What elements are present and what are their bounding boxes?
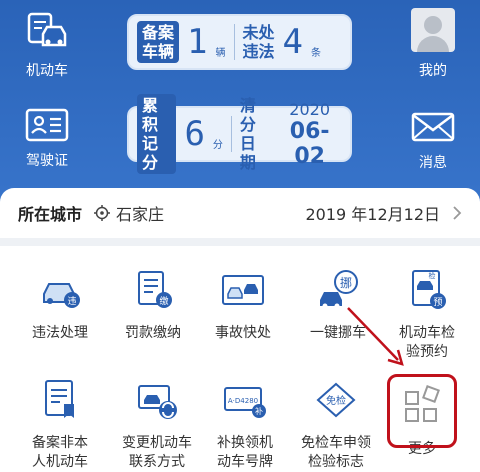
avatar (411, 8, 455, 52)
service-change-contact[interactable]: 变更机动车 联系方式 (105, 378, 209, 472)
city-bar[interactable]: 所在城市 石家庄 2019 年12月12日 (0, 188, 480, 238)
service-label: 备案非本 人机动车 (32, 435, 88, 470)
accident-icon (222, 275, 264, 305)
svg-text:A·D4280: A·D4280 (228, 397, 258, 405)
license-label: 驾驶证 (26, 153, 68, 169)
service-fine-payment[interactable]: 缴 罚款缴纳 (105, 268, 201, 343)
service-accident-quick[interactable]: 事故快处 (195, 268, 291, 343)
service-label: 补换领机 动车号牌 (217, 435, 273, 470)
chevron-right-icon[interactable] (452, 205, 462, 221)
pending-violations-count: 4 (282, 22, 303, 62)
violation-car-icon: 违 (43, 283, 80, 308)
vehicle-summary-panel[interactable]: 备案 车辆 1 辆 未处 违法 4 条 (127, 14, 352, 70)
registered-vehicles-label: 备案 车辆 (137, 21, 180, 63)
messages-entry[interactable]: 消息 (409, 112, 457, 172)
location-icon (94, 205, 111, 221)
service-register-vehicle[interactable]: 备案非本 人机动车 (12, 378, 108, 472)
service-violation-handling[interactable]: 违 违法处理 (12, 268, 108, 343)
change-contact-icon (138, 385, 177, 419)
mine-label: 我的 (419, 63, 447, 79)
city-label: 所在城市 (18, 205, 83, 224)
svg-text:挪: 挪 (340, 276, 352, 290)
service-label: 变更机动车 联系方式 (122, 435, 192, 470)
pending-violations-label: 未处 违法 (242, 23, 275, 61)
accumulated-points-label: 累积 记分 (137, 94, 177, 174)
svg-text:违: 违 (67, 296, 76, 307)
vehicle-icon (27, 12, 67, 47)
register-vehicle-icon (45, 380, 74, 418)
panel-divider (233, 24, 235, 60)
vehicle-entry[interactable]: 机动车 (20, 12, 74, 80)
registered-vehicles-count: 1 (187, 22, 208, 62)
vehicle-label: 机动车 (26, 63, 68, 79)
license-entry[interactable]: 驾驶证 (20, 108, 74, 170)
service-plate-replace[interactable]: A·D4280 补 补换领机 动车号牌 (197, 378, 293, 472)
service-exempt-sticker[interactable]: 免检 免检车申领 检验标志 (284, 378, 388, 472)
section-divider (0, 238, 480, 246)
fine-payment-icon: 缴 (138, 271, 172, 308)
svg-text:补: 补 (255, 406, 263, 416)
service-label: 免检车申领 检验标志 (301, 435, 371, 470)
envelope-icon (411, 112, 455, 142)
svg-text:缴: 缴 (159, 295, 168, 307)
messages-label: 消息 (419, 155, 447, 171)
service-label: 罚款缴纳 (125, 325, 181, 341)
registered-vehicles-unit: 辆 (215, 47, 226, 59)
pending-violations-unit: 条 (311, 47, 321, 59)
exempt-sticker-icon: 免检 (316, 382, 356, 418)
svg-text:免检: 免检 (326, 394, 346, 407)
current-date: 2019 年12月12日 (305, 205, 440, 224)
mine-entry[interactable]: 我的 (410, 8, 456, 80)
svg-text:检: 检 (429, 271, 436, 280)
service-label: 违法处理 (32, 325, 88, 341)
panel-divider (230, 116, 232, 152)
clear-date-value: 2020 06-02 (289, 99, 330, 169)
clear-date-label: 清分 日期 (239, 96, 256, 172)
annotation-arrow-icon (347, 307, 404, 366)
accumulated-points-unit: 分 (212, 139, 223, 151)
service-label: 事故快处 (215, 325, 271, 341)
plate-replace-icon: A·D4280 补 (224, 387, 266, 418)
more-highlight-box (387, 374, 457, 448)
city-name[interactable]: 石家庄 (116, 201, 164, 225)
svg-text:预: 预 (433, 297, 442, 308)
license-summary-panel[interactable]: 累积 记分 6 分 清分 日期 2020 06-02 (127, 94, 352, 174)
accumulated-points-value: 6 (184, 114, 205, 154)
license-icon (25, 108, 69, 142)
